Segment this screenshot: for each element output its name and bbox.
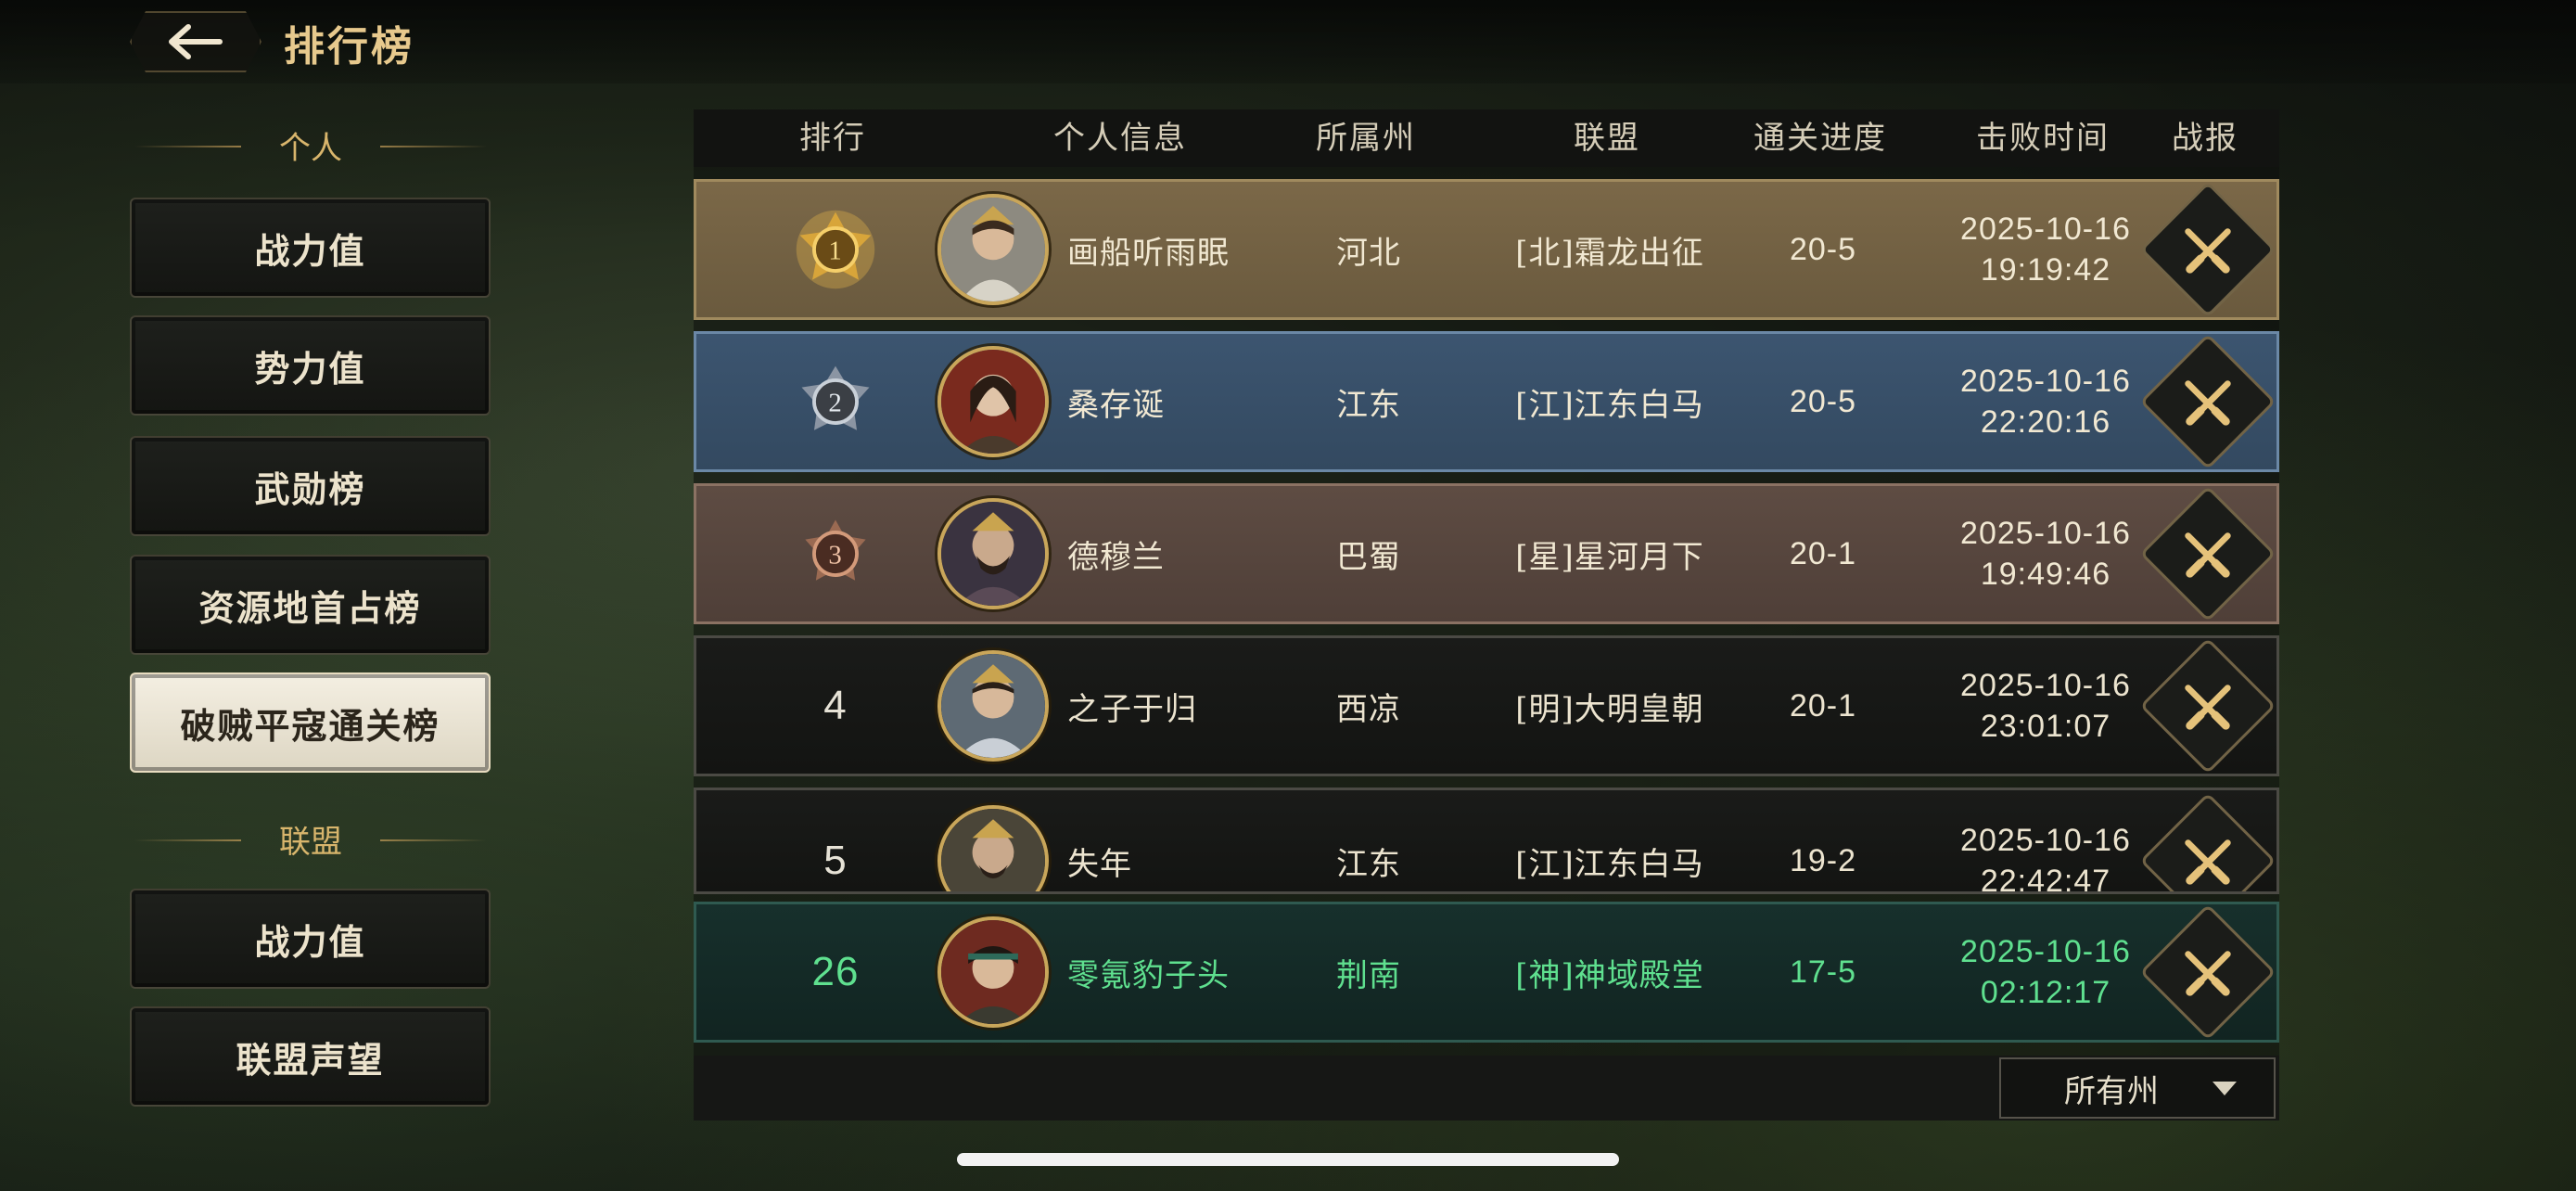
avatar[interactable] xyxy=(937,805,1049,891)
progress: 20-5 xyxy=(1789,383,1857,419)
progress: 17-5 xyxy=(1789,954,1857,990)
bronze-medal-icon: 3 xyxy=(771,486,900,621)
table-row[interactable]: 4 之子于归 西凉 [明]大明皇朝 20-1 2025-10-16 23:01:… xyxy=(694,635,2279,776)
table-row[interactable]: 2 桑存诞 江东 [江]江东白马 20-5 2025-10-16 22:20:1… xyxy=(694,331,2279,472)
province: 西凉 xyxy=(1336,690,1401,728)
sidebar-item-alliance-power[interactable]: 战力值 xyxy=(130,889,491,989)
crossed-swords-icon xyxy=(2185,380,2231,426)
header-rank: 排行 xyxy=(799,120,866,157)
progress: 20-5 xyxy=(1789,231,1857,267)
province: 江东 xyxy=(1336,386,1401,424)
defeat-date: 2025-10-16 xyxy=(1960,823,2131,858)
battle-report-button[interactable] xyxy=(2139,903,2276,1041)
rank-number: 5 xyxy=(823,838,848,883)
defeat-time: 19:19:42 xyxy=(1980,252,2111,288)
back-button[interactable] xyxy=(130,11,261,72)
avatar[interactable] xyxy=(937,650,1049,762)
silver-medal-icon: 2 xyxy=(771,334,900,469)
sidebar-item-resource-first[interactable]: 资源地首占榜 xyxy=(130,555,491,655)
header-progress: 通关进度 xyxy=(1753,120,1887,157)
header-province: 所属州 xyxy=(1316,120,1416,157)
crossed-swords-icon xyxy=(2185,839,2231,885)
province: 巴蜀 xyxy=(1336,538,1401,576)
svg-text:1: 1 xyxy=(828,237,842,266)
province: 荆南 xyxy=(1336,956,1401,994)
svg-text:3: 3 xyxy=(828,541,842,570)
defeat-time: 23:01:07 xyxy=(1980,709,2111,744)
crossed-swords-icon xyxy=(2185,228,2231,274)
player-name: 之子于归 xyxy=(1067,690,1197,728)
crossed-swords-icon xyxy=(2185,532,2231,578)
progress: 20-1 xyxy=(1789,687,1857,724)
sidebar-item-merit[interactable]: 武勋榜 xyxy=(130,436,491,536)
player-name: 失年 xyxy=(1067,845,1132,883)
svg-text:2: 2 xyxy=(828,389,842,418)
table-header: 排行 个人信息 所属州 联盟 通关进度 击败时间 战报 xyxy=(694,109,2279,167)
header-alliance: 联盟 xyxy=(1574,120,1640,157)
alliance: [星]星河月下 xyxy=(1515,538,1704,576)
defeat-date: 2025-10-16 xyxy=(1960,516,2131,551)
defeat-time: 19:49:46 xyxy=(1980,557,2111,592)
avatar[interactable] xyxy=(937,346,1049,457)
gold-medal-icon: 1 xyxy=(771,182,900,317)
player-name: 画船听雨眠 xyxy=(1067,234,1230,272)
defeat-time: 22:42:47 xyxy=(1980,864,2111,894)
self-rank-row[interactable]: 26 零氪豹子头 荆南 [神]神域殿堂 17-5 2025-10-16 02:1… xyxy=(694,902,2279,1043)
battle-report-button[interactable] xyxy=(2139,333,2276,470)
avatar[interactable] xyxy=(937,916,1049,1028)
battle-report-button[interactable] xyxy=(2139,792,2276,891)
home-indicator[interactable] xyxy=(957,1153,1619,1166)
alliance: [神]神域殿堂 xyxy=(1515,956,1704,994)
section-personal: 个人 xyxy=(130,122,491,168)
player-name: 桑存诞 xyxy=(1067,386,1165,424)
defeat-time: 02:12:17 xyxy=(1980,975,2111,1010)
progress: 20-1 xyxy=(1789,535,1857,571)
sidebar-item-power[interactable]: 战力值 xyxy=(130,198,491,298)
header-time: 击败时间 xyxy=(1976,120,2110,157)
province-filter-dropdown[interactable]: 所有州 xyxy=(1999,1057,2276,1119)
page-title: 排行榜 xyxy=(284,23,414,70)
crossed-swords-icon xyxy=(2185,685,2231,730)
sidebar-item-bandit-clear[interactable]: 破贼平寇通关榜 xyxy=(130,672,491,773)
section-alliance: 联盟 xyxy=(130,816,491,862)
defeat-date: 2025-10-16 xyxy=(1960,668,2131,703)
header-report: 战报 xyxy=(2172,120,2238,157)
player-name: 零氪豹子头 xyxy=(1067,956,1230,994)
caret-down-icon xyxy=(2213,1082,2237,1095)
table-row[interactable]: 5 失年 江东 [江]江东白马 19-2 2025-10-16 22:42:47 xyxy=(694,788,2279,894)
avatar[interactable] xyxy=(937,194,1049,305)
alliance: [江]江东白马 xyxy=(1515,386,1704,424)
crossed-swords-icon xyxy=(2185,951,2231,996)
dropdown-value: 所有州 xyxy=(2064,1072,2159,1110)
defeat-date: 2025-10-16 xyxy=(1960,211,2131,247)
avatar[interactable] xyxy=(937,498,1049,609)
defeat-date: 2025-10-16 xyxy=(1960,934,2131,969)
defeat-time: 22:20:16 xyxy=(1980,404,2111,440)
alliance: [北]霜龙出征 xyxy=(1515,234,1704,272)
province: 河北 xyxy=(1336,234,1401,272)
battle-report-button[interactable] xyxy=(2139,181,2276,318)
rank-number: 26 xyxy=(811,949,860,994)
alliance: [江]江东白马 xyxy=(1515,845,1704,883)
header-info: 个人信息 xyxy=(1053,120,1187,157)
progress: 19-2 xyxy=(1789,842,1857,878)
battle-report-button[interactable] xyxy=(2139,637,2276,775)
alliance: [明]大明皇朝 xyxy=(1515,690,1704,728)
table-row[interactable]: 1 画船听雨眠 河北 [北]霜龙出征 20-5 2025-10-16 19:19… xyxy=(694,179,2279,320)
arrow-left-icon xyxy=(169,24,223,59)
defeat-date: 2025-10-16 xyxy=(1960,364,2131,399)
sidebar-item-alliance-prestige[interactable]: 联盟声望 xyxy=(130,1006,491,1107)
rank-number: 4 xyxy=(823,683,848,728)
battle-report-button[interactable] xyxy=(2139,485,2276,622)
sidebar-item-influence[interactable]: 势力值 xyxy=(130,315,491,416)
player-name: 德穆兰 xyxy=(1067,538,1165,576)
table-row[interactable]: 3 德穆兰 巴蜀 [星]星河月下 20-1 2025-10-16 19:49:4… xyxy=(694,483,2279,624)
province: 江东 xyxy=(1336,845,1401,883)
